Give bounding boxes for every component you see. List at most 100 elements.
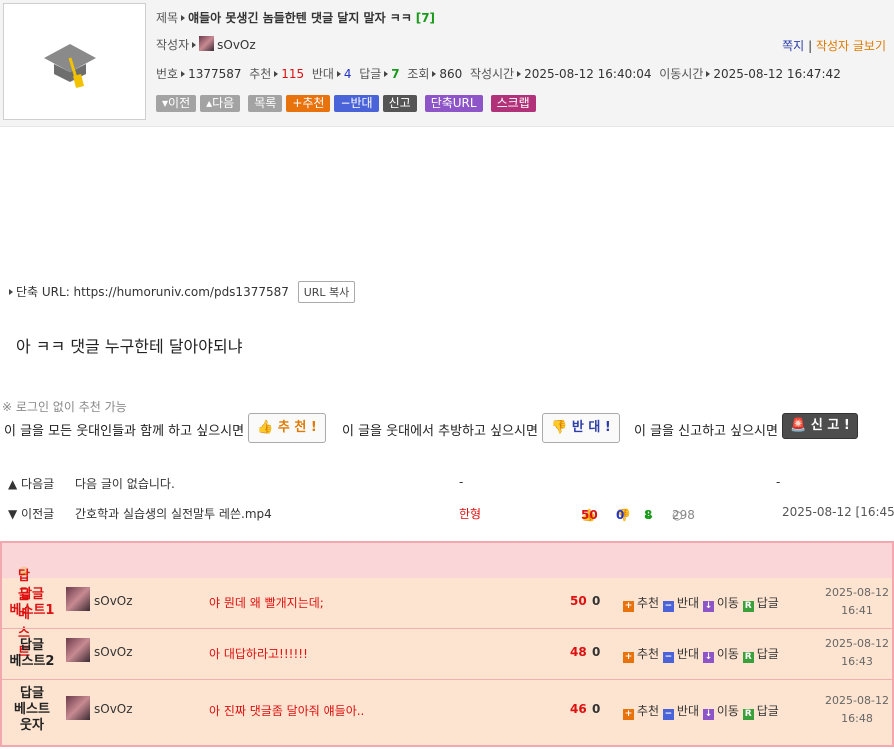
reply-count: 7 [391,67,400,81]
plus-icon: + [623,652,634,663]
reply-oppose-link[interactable]: 반대 [677,647,699,661]
reply-move-link[interactable]: 이동 [717,596,739,610]
next-post-title: 다음 글이 없습니다. [75,477,175,491]
post-header: 제목 얘들아 못생긴 놈들한텐 댓글 달지 말자 ㅋㅋ [7] 작성자 sOvOz … [0,0,894,127]
reply-author[interactable]: sOvOz [94,645,133,659]
big-recommend-button[interactable]: 👍 추 천 ! [248,413,326,443]
oppose-button[interactable]: −반대 [334,95,379,112]
avatar[interactable] [199,36,215,51]
number-label: 번호 [156,67,179,81]
prev-post-row[interactable]: ▼ 이전글 간호학과 실습생의 실전말투 레쓴.mp4 한형 👍 50 👎 0 … [8,502,894,524]
reply-date: 2025-08-12 [825,694,889,707]
reply-reply-link[interactable]: 답글 [757,596,779,610]
reply-time: 16:41 [841,604,873,617]
post-number: 1377587 [188,67,242,81]
reply-datetime: 2025-08-12 16:48 [822,692,892,728]
best-reply-row: 답글 베스트 웃자 sOvOz 아 진짜 댓글좀 달아줘 얘들아.. 46 0 + 추… [2,680,892,742]
post-title: 얘들아 못생긴 놈들한텐 댓글 달지 말자 ㅋㅋ [188,11,412,25]
minus-icon: − [662,652,674,663]
reply-label: 답글 [359,67,382,81]
reply-move-link[interactable]: 이동 [717,647,739,661]
next-post-row[interactable]: ▲ 다음글 다음 글이 없습니다. - - [8,472,886,494]
big-report-button[interactable]: 🚨 신 고 ! [782,413,858,439]
report-prompt: 이 글을 신고하고 싶으시면 [634,424,778,439]
message-link[interactable]: 쪽지 [782,39,804,53]
prev-view-count: 298 [672,508,695,522]
arrow-icon [384,71,389,77]
reply-reply-link[interactable]: 답글 [757,647,779,661]
reply-recommend-link[interactable]: 추천 [637,704,659,718]
reply-date: 2025-08-12 [825,637,889,650]
arrow-icon [517,71,522,77]
recommend-prompt: 이 글을 모든 웃대인들과 함께 하고 싶으시면 [4,424,245,439]
big-oppose-button[interactable]: 👎 반 대 ! [542,413,620,443]
oppose-prompt: 이 글을 웃대에서 추방하고 싶으시면 [342,424,538,439]
reply-author[interactable]: sOvOz [94,702,133,716]
reply-oppose-link[interactable]: 반대 [677,596,699,610]
reply-actions: + 추천 − 반대 ↓ 이동 R 답글 [623,702,779,720]
author-posts-link[interactable]: 작성자 글보기 [816,39,886,53]
best-rank: 답글 베스트1 [6,587,58,619]
oppose-label: 반대 [311,67,334,81]
big-report-label: 신 고 ! [810,418,850,433]
arrow-icon [181,15,186,21]
short-url-row: 단축 URL: https://humoruniv.com/pds1377587… [6,281,356,303]
arrow-icon [181,71,186,77]
list-button[interactable]: 목록 [248,95,283,112]
recommend-button[interactable]: +추천 [286,95,331,112]
best-reply-row: 답글 베스트2 sOvOz 아 대답하라고!!!!!! 48 0 + 추천 − 반대 … [2,629,892,680]
reply-oppose-link[interactable]: 반대 [677,704,699,718]
short-url-text: 단축 URL: https://humoruniv.com/pds1377587 [16,285,289,299]
move-icon: ↓ [702,709,714,720]
copy-url-button[interactable]: URL 복사 [297,281,356,303]
post-body: 아 ㅋㅋ 댓글 누구한테 달아야되냐 [16,337,243,356]
recommend-count: 115 [281,67,305,81]
minus-icon: − [662,601,674,612]
next-post-date: - [776,475,781,489]
best-rank: 답글 베스트 웃자 [6,686,58,734]
rank-line: 베스트1 [9,603,55,618]
plus-icon: + [623,709,634,720]
siren-icon: 🚨 [790,418,807,433]
short-url-button[interactable]: 단축URL [424,95,483,112]
views-count: 860 [439,67,463,81]
reply-date: 2025-08-12 [825,586,889,599]
reply-text: 야 뭔데 왜 빨개지는데; [209,596,324,610]
reply-time: 16:48 [841,712,873,725]
prev-up-count: 50 [581,508,598,522]
next-button[interactable]: ▴다음 [200,95,241,112]
reply-reply-link[interactable]: 답글 [757,704,779,718]
reply-actions: + 추천 − 반대 ↓ 이동 R 답글 [623,645,779,663]
prev-post-author[interactable]: 한형 [459,505,481,522]
author-row: 작성자 sOvOz [156,36,256,53]
scrap-button[interactable]: 스크랩 [490,95,536,112]
reply-recommend-link[interactable]: 추천 [637,596,659,610]
rank-line: 답글 [20,686,44,701]
report-button[interactable]: 신고 [382,95,417,112]
arrow-icon [432,71,437,77]
avatar[interactable] [66,587,90,611]
prev-post-label: ▼ 이전글 [8,507,55,521]
reply-up-count: 50 [570,594,587,608]
prev-cmt-count: 8 [644,508,653,522]
author-name[interactable]: sOvOz [217,38,256,52]
post-thumbnail [3,3,146,120]
title-label: 제목 [156,11,179,25]
reply-recommend-link[interactable]: 추천 [637,647,659,661]
reply-datetime: 2025-08-12 16:41 [822,584,892,620]
reply-datetime: 2025-08-12 16:43 [822,635,892,671]
reply-up-count: 46 [570,702,587,716]
prev-post-title[interactable]: 간호학과 실습생의 실전말투 레쓴.mp4 [75,505,272,522]
reply-move-link[interactable]: 이동 [717,704,739,718]
rank-line: 답글 [20,638,44,653]
best-replies-panel: ♕ 답글 베스트 답글 베스트1 sOvOz 야 뭔데 왜 빨개지는데; 50 0 … [0,541,894,747]
avatar[interactable] [66,638,90,662]
reply-down-count: 0 [592,594,601,608]
reply-up-count: 48 [570,645,587,659]
reply-icon: R [742,652,754,663]
author-label: 작성자 [156,38,190,52]
reply-author[interactable]: sOvOz [94,594,133,608]
prev-button[interactable]: ▾이전 [156,95,197,112]
avatar[interactable] [66,696,90,720]
reply-actions: + 추천 − 반대 ↓ 이동 R 답글 [623,594,779,612]
